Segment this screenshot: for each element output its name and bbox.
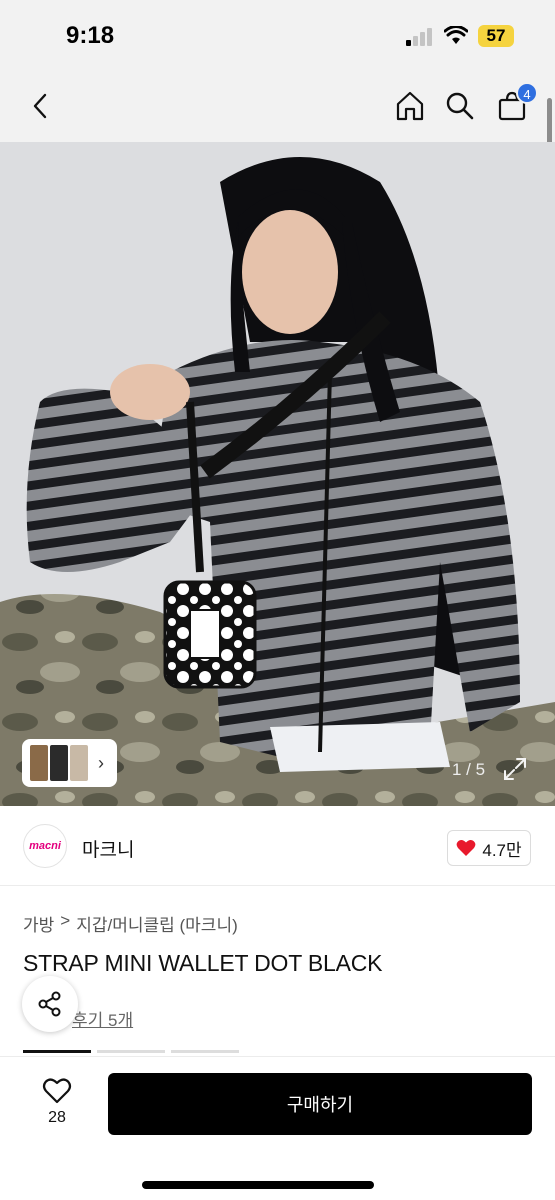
option-tab[interactable]	[97, 1050, 165, 1053]
breadcrumb-separator: >	[60, 911, 71, 930]
heart-filled-icon	[456, 840, 476, 856]
thumbnail-strip[interactable]: ›	[22, 739, 117, 787]
wishlist-count: 28	[48, 1109, 66, 1126]
brand-like-count: 4.7만	[482, 840, 522, 860]
chevron-left-icon	[33, 93, 47, 119]
share-icon	[38, 991, 61, 1017]
thumbnail-image	[50, 745, 68, 781]
breadcrumb-subcategory[interactable]: 지갑/머니클립 (마크니)	[76, 911, 238, 936]
home-indicator	[142, 1181, 374, 1189]
brand-like-button[interactable]: 4.7만	[447, 830, 531, 866]
bottom-action-bar: 28 구매하기	[0, 1056, 555, 1200]
home-button[interactable]	[390, 86, 430, 126]
thumbnail-image	[70, 745, 88, 781]
status-bar: 9:18 57	[0, 0, 555, 72]
chevron-right-icon: ›	[98, 752, 104, 773]
brand-row: macni 마크니 4.7만	[0, 806, 555, 886]
brand-name[interactable]: 마크니	[82, 835, 134, 862]
battery-icon: 57	[478, 25, 514, 47]
share-button[interactable]	[22, 976, 78, 1032]
breadcrumb-category[interactable]: 가방	[23, 911, 54, 936]
cellular-signal-icon	[406, 28, 434, 46]
wifi-icon	[443, 25, 469, 46]
search-button[interactable]	[440, 86, 480, 126]
status-time: 9:18	[66, 22, 115, 49]
brand-logo[interactable]: macni	[23, 824, 67, 868]
product-image[interactable]: › 1 / 5	[0, 142, 555, 806]
cart-count-badge: 4	[516, 82, 538, 104]
expand-button[interactable]	[500, 754, 530, 784]
breadcrumb: 가방 > 지갑/머니클립 (마크니)	[23, 911, 238, 936]
back-button[interactable]	[20, 86, 60, 126]
home-icon	[396, 91, 424, 121]
heart-outline-icon	[42, 1078, 72, 1104]
product-photo	[0, 142, 555, 806]
product-title: STRAP MINI WALLET DOT BLACK	[23, 950, 383, 976]
reviews-link[interactable]: 후기 5개	[72, 1006, 133, 1031]
search-icon	[446, 92, 474, 120]
option-tab[interactable]	[23, 1050, 91, 1053]
wishlist-button[interactable]: 28	[32, 1077, 82, 1133]
option-tab[interactable]	[171, 1050, 239, 1053]
top-nav-bar: 4	[0, 72, 555, 142]
cart-button[interactable]: 4	[492, 82, 538, 126]
buy-button[interactable]: 구매하기	[108, 1073, 532, 1135]
thumbnail-image	[30, 745, 48, 781]
expand-icon	[504, 758, 526, 780]
image-page-counter: 1 / 5	[452, 760, 486, 779]
